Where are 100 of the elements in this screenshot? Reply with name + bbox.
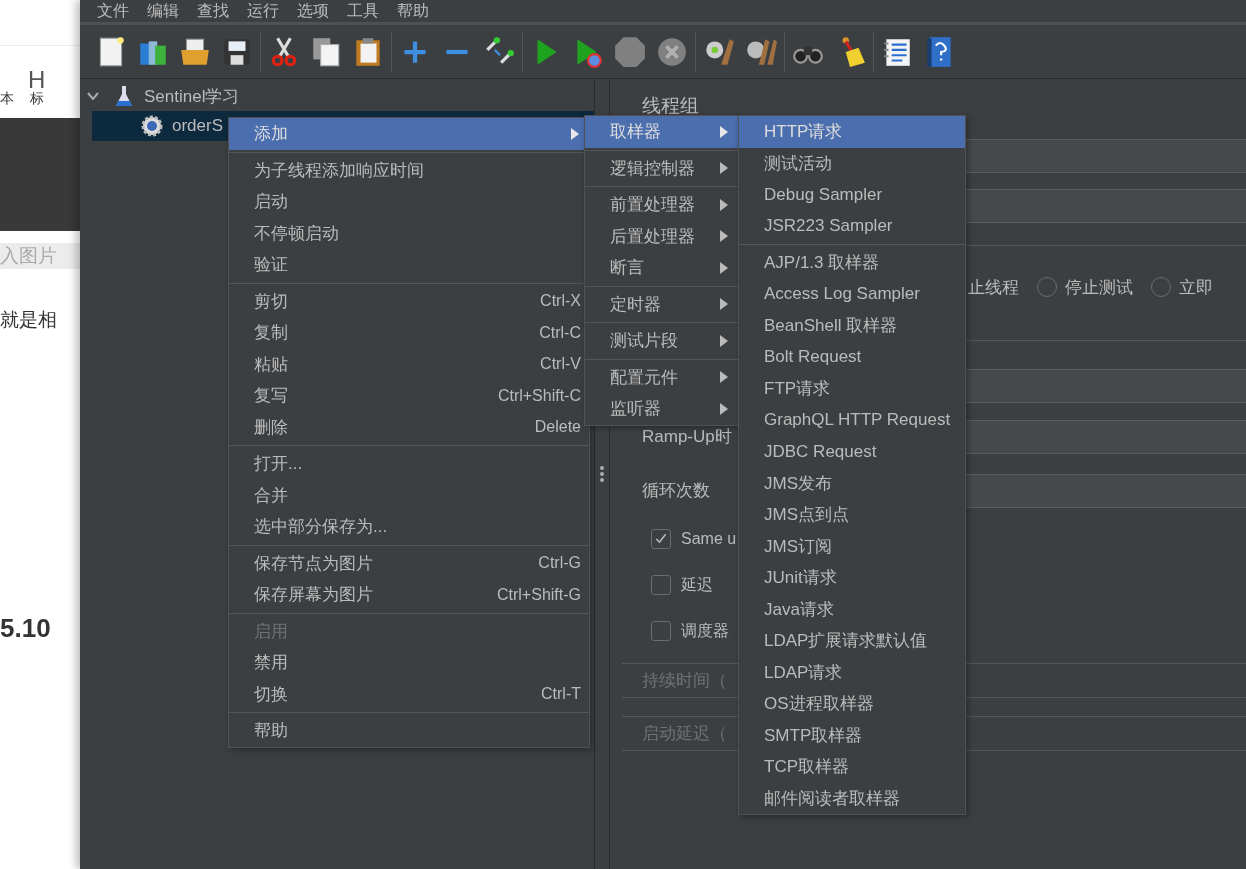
menu-item-label[interactable]: HTTP请求: [764, 120, 957, 144]
checkbox[interactable]: [651, 575, 671, 595]
menu-item-label[interactable]: FTP请求: [764, 377, 957, 401]
menu-item[interactable]: TCP取样器: [739, 751, 965, 783]
checkbox[interactable]: [651, 621, 671, 641]
menu-item[interactable]: 选项: [288, 0, 338, 22]
menu-item-label[interactable]: 不停顿启动: [254, 221, 581, 245]
menu-item[interactable]: SMTP取样器: [739, 719, 965, 751]
menu-item-label[interactable]: LDAP扩展请求默认值: [764, 629, 957, 653]
menu-item-label[interactable]: Debug Sampler: [764, 184, 957, 205]
menu-item-label[interactable]: 监听器: [610, 397, 720, 421]
menu-item-label[interactable]: JUnit请求: [764, 566, 957, 590]
menu-item[interactable]: 工具: [338, 0, 388, 22]
menu-item-label[interactable]: Access Log Sampler: [764, 284, 957, 305]
menu-item-label[interactable]: 启动: [254, 190, 581, 214]
menu-item-label[interactable]: 保存节点为图片: [254, 551, 539, 575]
menu-item[interactable]: AJP/1.3 取样器: [739, 247, 965, 279]
menu-item-label[interactable]: JMS点到点: [764, 503, 957, 527]
menu-item[interactable]: 查找: [188, 0, 238, 22]
menu-item[interactable]: 切换 Ctrl-T: [229, 678, 589, 710]
menu-item[interactable]: 帮助: [229, 715, 589, 747]
menu-item-label[interactable]: 前置处理器: [610, 193, 720, 217]
menu-item-label[interactable]: TCP取样器: [764, 755, 957, 779]
menu-item-label[interactable]: 取样器: [610, 120, 720, 144]
menu-item-label[interactable]: 切换: [254, 682, 541, 706]
menu-item[interactable]: 编辑: [138, 0, 188, 22]
menu-item-label[interactable]: SMTP取样器: [764, 723, 957, 747]
menu-item-label[interactable]: JSR223 Sampler: [764, 216, 957, 237]
menu-item-label[interactable]: 剪切: [254, 289, 541, 313]
menu-item[interactable]: 文件: [88, 0, 138, 22]
menu-item[interactable]: Debug Sampler: [739, 179, 965, 211]
menu-item[interactable]: 后置处理器: [585, 220, 738, 252]
menu-item[interactable]: 邮件阅读者取样器: [739, 782, 965, 814]
menu-item-label[interactable]: 选中部分保存为...: [254, 515, 581, 539]
menu-item-label[interactable]: 邮件阅读者取样器: [764, 786, 957, 810]
radio-label[interactable]: 止线程: [968, 275, 1019, 299]
menu-item[interactable]: LDAP请求: [739, 656, 965, 688]
menu-item[interactable]: 保存屏幕为图片 Ctrl+Shift-G: [229, 579, 589, 611]
menu-item-label[interactable]: 逻辑控制器: [610, 156, 720, 180]
menu-item[interactable]: GraphQL HTTP Request: [739, 404, 965, 436]
menu-item[interactable]: JUnit请求: [739, 562, 965, 594]
menu-item[interactable]: JDBC Request: [739, 436, 965, 468]
menu-item-label[interactable]: 打开...: [254, 452, 581, 476]
menu-item[interactable]: 测试活动: [739, 147, 965, 179]
menu-item[interactable]: BeanShell 取样器: [739, 310, 965, 342]
menu-item[interactable]: 运行: [238, 0, 288, 22]
menu-item[interactable]: JMS订阅: [739, 530, 965, 562]
menu-item-label[interactable]: 保存屏幕为图片: [254, 583, 497, 607]
menu-item-label[interactable]: JMS订阅: [764, 534, 957, 558]
menu-item[interactable]: Access Log Sampler: [739, 278, 965, 310]
menu-item[interactable]: 测试片段: [585, 325, 738, 357]
menu-item-label[interactable]: JDBC Request: [764, 441, 957, 462]
radio-label[interactable]: 立即: [1179, 275, 1213, 299]
tree-label[interactable]: orderS: [172, 116, 224, 136]
menu-item[interactable]: 前置处理器: [585, 189, 738, 221]
menu-item-label[interactable]: 粘贴: [254, 352, 541, 376]
toolbar-label[interactable]: 本: [0, 90, 14, 108]
menu-item[interactable]: JMS点到点: [739, 499, 965, 531]
menu-item[interactable]: Bolt Request: [739, 341, 965, 373]
splitter-handle-icon[interactable]: [599, 465, 605, 483]
menu-item[interactable]: LDAP扩展请求默认值: [739, 625, 965, 657]
menu-item-label[interactable]: 配置元件: [610, 365, 720, 389]
menu-item-label[interactable]: GraphQL HTTP Request: [764, 410, 957, 431]
menu-item[interactable]: JSR223 Sampler: [739, 210, 965, 242]
menu-item-label[interactable]: 添加: [254, 122, 571, 146]
menu-item-label[interactable]: 为子线程添加响应时间: [254, 158, 581, 182]
menu-item-label[interactable]: 断言: [610, 256, 720, 280]
menu-item[interactable]: HTTP请求: [739, 116, 965, 148]
toolbar-label[interactable]: 标: [29, 90, 44, 108]
menu-item[interactable]: 断言: [585, 252, 738, 284]
menu-item-label[interactable]: 合并: [254, 483, 581, 507]
menu-item-label[interactable]: LDAP请求: [764, 660, 957, 684]
menu-item[interactable]: 合并: [229, 479, 589, 511]
menu-item-label[interactable]: Bolt Request: [764, 347, 957, 368]
menu-item-label[interactable]: 删除: [254, 415, 535, 439]
menu-item-label[interactable]: AJP/1.3 取样器: [764, 251, 957, 275]
tree-label[interactable]: Sentinel学习: [144, 84, 240, 108]
menu-item-label[interactable]: OS进程取样器: [764, 692, 957, 716]
menu-item-label[interactable]: 复写: [254, 384, 498, 408]
menu-item-label[interactable]: 测试片段: [610, 329, 720, 353]
menu-item[interactable]: JMS发布: [739, 467, 965, 499]
menu-item[interactable]: 打开...: [229, 448, 589, 480]
menu-item-label[interactable]: BeanShell 取样器: [764, 314, 957, 338]
menu-item-label[interactable]: JMS发布: [764, 471, 957, 495]
menu-item[interactable]: FTP请求: [739, 373, 965, 405]
radio-label[interactable]: 停止测试: [1065, 275, 1133, 299]
menu-item-label[interactable]: Java请求: [764, 597, 957, 621]
menu-item[interactable]: 取样器: [585, 116, 738, 148]
menu-item[interactable]: 配置元件: [585, 361, 738, 393]
menu-item-label[interactable]: 验证: [254, 253, 581, 277]
menu-item[interactable]: 逻辑控制器: [585, 152, 738, 184]
menu-item-label[interactable]: 复制: [254, 321, 540, 345]
menu-item-label[interactable]: 定时器: [610, 292, 720, 316]
menu-item-label[interactable]: 帮助: [254, 719, 581, 743]
menu-item[interactable]: OS进程取样器: [739, 688, 965, 720]
checkbox[interactable]: [651, 529, 671, 549]
menu-item[interactable]: 定时器: [585, 288, 738, 320]
menu-item[interactable]: 保存节点为图片 Ctrl-G: [229, 547, 589, 579]
menu-item-label[interactable]: 禁用: [254, 651, 581, 675]
menu-item[interactable]: 选中部分保存为...: [229, 511, 589, 543]
